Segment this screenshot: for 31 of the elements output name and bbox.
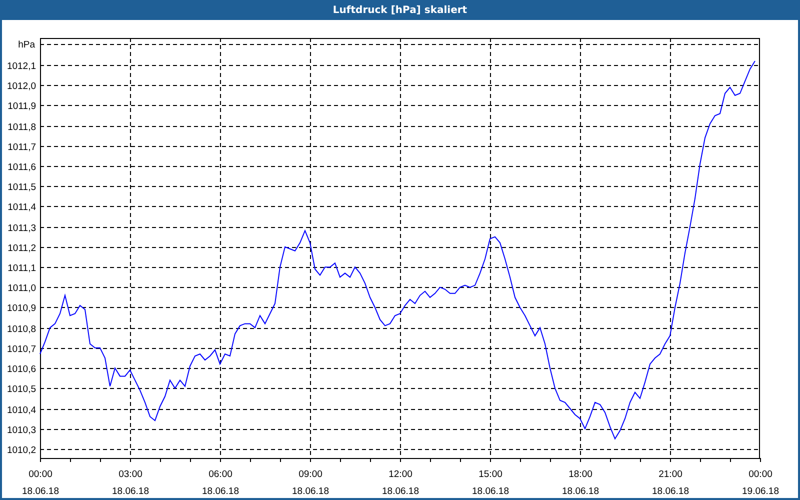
- y-tick-label: 1010,9: [6, 303, 36, 314]
- y-tick-label: 1011,5: [8, 182, 36, 193]
- x-tick-label: 09:00 18.06.18: [292, 469, 329, 497]
- y-tick-label: 1010,6: [6, 364, 36, 375]
- y-tick-label: 1011,1: [8, 263, 36, 274]
- y-tick-label: 1010,8: [6, 324, 36, 335]
- y-tick-label: 1010,3: [6, 425, 36, 436]
- y-tick-label: 1011,9: [8, 101, 36, 112]
- y-tick-label: 1011,2: [8, 243, 36, 254]
- x-tick-label: 18:00 18.06.18: [562, 469, 599, 497]
- y-tick-label: 1010,4: [6, 405, 36, 416]
- y-tick-label: 1011,7: [8, 142, 36, 153]
- x-tick-label: 15:00 18.06.18: [472, 469, 509, 497]
- y-tick-label: 1012,0: [6, 81, 36, 92]
- y-tick-label: 1011,3: [8, 223, 36, 234]
- x-tick-label: 03:00 18.06.18: [112, 469, 149, 497]
- y-tick-label: 1011,8: [8, 122, 36, 133]
- y-tick-label: 1010,5: [6, 384, 36, 395]
- y-tick-label: 1011,0: [8, 283, 36, 294]
- y-tick-label: 1011,4: [8, 202, 36, 213]
- window-title: Luftdruck [hPa] skaliert: [0, 0, 800, 20]
- y-tick-label: 1011,6: [8, 162, 36, 173]
- x-tick-label: 12:00 18.06.18: [382, 469, 419, 497]
- x-tick-label: 21:00 18.06.18: [652, 469, 689, 497]
- axis-unit-label: hPa: [18, 40, 35, 50]
- y-tick-label: 1010,7: [6, 344, 36, 355]
- y-tick-label: 1012,1: [6, 61, 36, 72]
- x-tick-label: 00:00 19.06.18: [742, 469, 779, 497]
- y-tick-label: 1010,2: [6, 445, 36, 456]
- x-tick-label: 06:00 18.06.18: [202, 469, 239, 497]
- x-tick-label: 00:00 18.06.18: [22, 469, 59, 497]
